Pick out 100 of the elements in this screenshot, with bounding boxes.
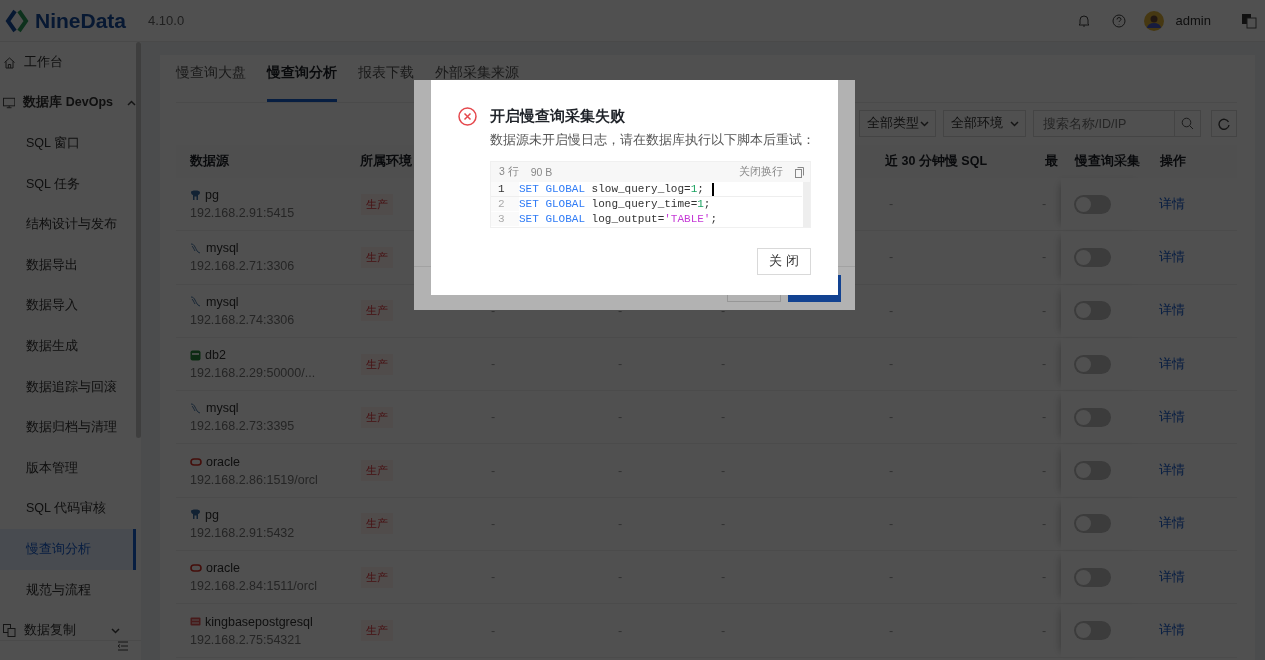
menu-item[interactable]: 数据导出	[0, 244, 136, 286]
table-cell-text: -	[720, 570, 726, 585]
table-cell-text: -	[490, 516, 496, 531]
menu-item[interactable]: 数据生成	[0, 326, 136, 367]
column-header: 数据源	[189, 153, 230, 170]
details-link[interactable]: 详情	[1146, 195, 1221, 213]
refresh-button[interactable]	[1211, 110, 1237, 137]
table-cell-text: -	[490, 303, 496, 318]
datasource-name: mysql	[206, 401, 239, 416]
table-cell-text: -	[490, 410, 496, 425]
database-icon	[190, 617, 201, 626]
table-cell-text: -	[490, 463, 496, 478]
datasource-name: pg	[205, 507, 219, 522]
monitor-icon	[3, 96, 16, 109]
menu-item[interactable]: 数据导入	[0, 285, 136, 327]
table-cell-text: -	[1041, 516, 1047, 531]
table-cell-text: -	[1041, 623, 1047, 638]
menu-item[interactable]: 结构设计与发布	[0, 204, 136, 245]
brand-name: NineData	[35, 8, 127, 33]
search-button[interactable]	[1175, 110, 1201, 137]
scrollbar[interactable]	[136, 42, 141, 438]
menu-item[interactable]: 版本管理	[0, 447, 136, 489]
menu-item[interactable]: 慢查询分析	[0, 529, 136, 570]
bell-icon	[1077, 14, 1090, 27]
table-cell-text: -	[888, 570, 894, 585]
table-cell-text: -	[888, 623, 894, 638]
details-link[interactable]: 详情	[1146, 248, 1221, 266]
table-cell-text: -	[1041, 303, 1047, 318]
menu-item[interactable]: 数据复制	[0, 610, 136, 640]
table-cell-text: -	[720, 357, 726, 372]
column-header: 操作	[1159, 153, 1187, 170]
table-cell-text: -	[1041, 250, 1047, 265]
home-icon	[3, 55, 16, 69]
table-cell-text: -	[888, 410, 894, 425]
menu-item[interactable]: 数据归档与清理	[0, 407, 136, 448]
code-line: SET GLOBAL long_query_time=1;	[519, 198, 711, 210]
copy-icon	[3, 624, 16, 638]
details-link[interactable]: 详情	[1146, 408, 1221, 426]
table-cell-text: -	[888, 516, 894, 531]
table-cell-text: -	[617, 516, 623, 531]
datasource-name: oracle	[206, 454, 241, 469]
details-link[interactable]: 详情	[1146, 462, 1221, 480]
table-cell-text: -	[617, 463, 623, 478]
details-link[interactable]: 详情	[1146, 515, 1221, 533]
line-number: 1	[491, 182, 519, 196]
table-cell-text: -	[720, 463, 726, 478]
table-cell-text: -	[720, 303, 726, 318]
menu-item[interactable]: 数据库 DevOps	[0, 82, 136, 124]
dialog-title: 开启慢查询采集失败	[490, 107, 625, 126]
table-cell-text: -	[490, 570, 496, 585]
column-header: 近 30 分钟慢 SQL	[884, 153, 989, 170]
datasource-name: mysql	[206, 294, 239, 309]
help-icon	[1111, 13, 1126, 28]
details-link[interactable]: 详情	[1146, 622, 1221, 639]
table-cell-text: -	[888, 463, 894, 478]
menu-item[interactable]: SQL 代码审核	[0, 488, 136, 530]
code-line: SET GLOBAL log_output='TABLE';	[519, 213, 718, 225]
details-link[interactable]: 详情	[1146, 355, 1221, 373]
user-name[interactable]: admin	[1175, 13, 1211, 28]
code-line: SET GLOBAL slow_query_log=1;	[519, 183, 704, 195]
environment-select[interactable]: 全部环境	[943, 110, 1026, 137]
chevron-icon	[1010, 120, 1019, 127]
table-cell-text: -	[617, 303, 623, 318]
collapse-menu-icon	[117, 641, 129, 651]
menu-item[interactable]: 规范与流程	[0, 569, 136, 611]
table-cell-text: -	[888, 250, 894, 265]
error-icon	[458, 107, 477, 126]
dialog-message: 数据源未开启慢日志，请在数据库执行以下脚本后重试：	[490, 132, 811, 149]
ring-icon	[190, 564, 202, 573]
details-link[interactable]: 详情	[1146, 302, 1221, 320]
avatar	[1143, 10, 1164, 31]
table-cell-text: -	[490, 357, 496, 372]
table-cell-text: -	[720, 623, 726, 638]
table-cell-text: -	[617, 570, 623, 585]
table-cell-text: -	[888, 303, 894, 318]
table-cell-text: -	[720, 410, 726, 425]
datasource-name: kingbasepostgresql	[205, 614, 313, 629]
column-header: 慢查询采集	[1073, 153, 1141, 170]
type-select[interactable]: 全部类型	[859, 110, 936, 137]
menu-item[interactable]: 数据追踪与回滚	[0, 366, 136, 408]
details-link[interactable]: 详情	[1146, 568, 1221, 586]
table-cell-text: -	[888, 357, 894, 372]
table-cell-text: -	[1041, 570, 1047, 585]
table-cell-text: -	[490, 623, 496, 638]
table-cell-text: -	[617, 410, 623, 425]
wrap-toggle[interactable]: 关闭换行	[739, 165, 783, 179]
table-cell-text: -	[1041, 463, 1047, 478]
refresh-icon	[1218, 117, 1230, 130]
table-cell-text: -	[888, 197, 894, 212]
datasource-name: db2	[205, 348, 226, 363]
column-header: 最	[1044, 153, 1059, 170]
close-button[interactable]: 关 闭	[757, 248, 811, 275]
chevron-icon	[111, 627, 120, 634]
table-cell-text: -	[1041, 410, 1047, 425]
menu-item[interactable]: SQL 任务	[0, 163, 136, 205]
menu-item[interactable]: 工作台	[0, 42, 136, 83]
ring-icon	[190, 457, 202, 466]
tab[interactable]: 慢查询分析	[267, 64, 337, 102]
table-cell-text: -	[720, 516, 726, 531]
database-icon	[190, 349, 201, 361]
